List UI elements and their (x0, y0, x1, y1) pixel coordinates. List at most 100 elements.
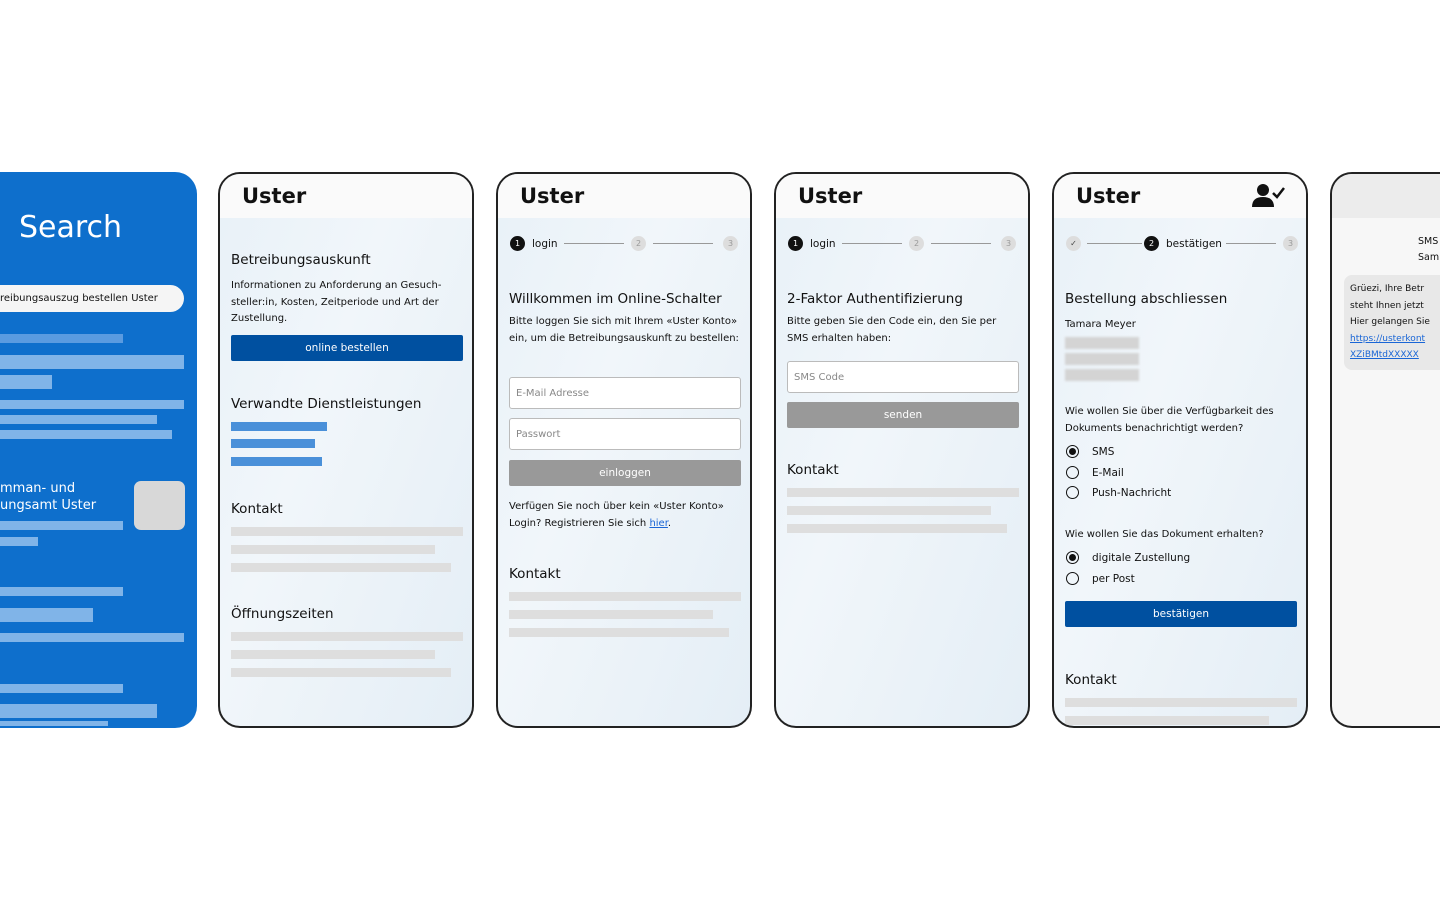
sender-line: Sam (1418, 252, 1440, 263)
placeholder-bar (231, 668, 451, 677)
brand-logo: Uster (520, 184, 585, 208)
confirm-screen: Uster ✓ 2 bestätigen 3 Bestellung abschli… (1052, 172, 1308, 728)
result-title[interactable]: mman- und ungsamt Uster (0, 480, 96, 514)
step-1-done: ✓ (1066, 236, 1081, 251)
section-heading: Kontakt (787, 462, 839, 478)
result-bar (0, 684, 123, 693)
step-3: 3 (1283, 236, 1298, 251)
result-thumbnail (134, 481, 185, 530)
result-bar (0, 633, 184, 642)
step-connector (564, 243, 624, 244)
header: Uster (498, 174, 750, 218)
info-screen: Uster Betreibungsauskunft Informationen … (218, 172, 474, 728)
redacted-birthdate (1065, 369, 1139, 381)
placeholder-bar (1065, 698, 1297, 707)
step-3: 3 (1001, 236, 1016, 251)
header: Uster (220, 174, 472, 218)
message-line: steht Ihnen jetzt (1350, 300, 1424, 311)
radio-push[interactable]: Push-Nachricht (1066, 486, 1171, 499)
customer-name: Tamara Meyer (1065, 319, 1136, 330)
placeholder-bar (509, 610, 713, 619)
check-icon: ✓ (1066, 236, 1081, 251)
step-number: 3 (1283, 236, 1298, 251)
section-heading: Betreibungsauskunft (231, 252, 371, 268)
register-text: Verfügen Sie noch über kein «Uster Konto… (509, 499, 741, 532)
placeholder-bar (787, 506, 991, 515)
email-input[interactable]: E-Mail Adresse (509, 377, 741, 409)
radio-sms[interactable]: SMS (1066, 445, 1114, 458)
placeholder-bar (1065, 716, 1269, 725)
sms-message: Grüezi, Ihre Betr steht Ihnen jetzt Hier… (1344, 275, 1440, 370)
section-heading: 2-Faktor Authentifizierung (787, 291, 963, 307)
step-1: 1 login (510, 236, 558, 251)
step-label: login (532, 237, 558, 250)
result-bar (0, 521, 123, 530)
description: Bitte geben Sie den Code ein, den Sie pe… (787, 316, 997, 344)
search-screen: Search reibungsauszug bestellen Uster mm… (0, 172, 197, 728)
brand-logo: Uster (242, 184, 307, 208)
result-bar (0, 355, 184, 369)
sms-screen: SMS Sam Grüezi, Ihre Betr steht Ihnen jet… (1330, 172, 1440, 728)
register-prompt: Verfügen Sie noch über kein «Uster Konto… (509, 501, 724, 529)
section-heading: Bestellung abschliessen (1065, 291, 1228, 307)
sms-code-input[interactable]: SMS Code (787, 361, 1019, 393)
related-link[interactable] (231, 457, 322, 466)
login-button[interactable]: einloggen (509, 460, 741, 486)
radio-button[interactable] (1066, 466, 1079, 479)
sms-link[interactable]: XZiBMtdXXXXX (1350, 347, 1437, 364)
confirm-button[interactable]: bestätigen (1065, 601, 1297, 627)
description: Informationen zu Anforderung an Gesuch-s… (231, 280, 442, 324)
step-1: 1 login (788, 236, 836, 251)
radio-post[interactable]: per Post (1066, 572, 1135, 585)
step-number: 2 (1144, 236, 1159, 251)
step-connector (653, 243, 713, 244)
order-online-button[interactable]: online bestellen (231, 335, 463, 361)
sender-line: SMS (1418, 236, 1439, 247)
step-connector (842, 243, 902, 244)
radio-label: SMS (1092, 445, 1115, 458)
step-connector (1087, 243, 1142, 244)
radio-label: per Post (1092, 572, 1135, 585)
radio-button[interactable] (1066, 572, 1079, 585)
related-link[interactable] (231, 422, 327, 431)
register-link[interactable]: hier (649, 518, 667, 529)
step-number: 3 (723, 236, 738, 251)
placeholder-bar (231, 632, 463, 641)
step-2: 2 (631, 236, 646, 251)
section-heading: Öffnungszeiten (231, 606, 334, 622)
sms-sender: SMS Sam (1418, 234, 1439, 266)
section-heading: Willkommen im Online-Schalter (509, 291, 722, 307)
send-button[interactable]: senden (787, 402, 1019, 428)
header: Uster (1054, 174, 1306, 218)
delivery-question: Wie wollen Sie das Dokument erhalten? (1065, 529, 1264, 540)
result-bar (0, 375, 52, 389)
step-2: 2 (909, 236, 924, 251)
placeholder-bar (231, 545, 435, 554)
placeholder-bar (231, 650, 435, 659)
step-label: login (810, 237, 836, 250)
user-check-icon[interactable] (1252, 183, 1286, 209)
header: Uster (776, 174, 1028, 218)
result-bar (0, 721, 108, 726)
placeholder-bar (231, 563, 451, 572)
radio-button[interactable] (1066, 445, 1079, 458)
radio-digital[interactable]: digitale Zustellung (1066, 551, 1190, 564)
radio-button[interactable] (1066, 551, 1079, 564)
radio-button[interactable] (1066, 486, 1079, 499)
radio-email[interactable]: E-Mail (1066, 466, 1124, 479)
description: Bitte loggen Sie sich mit Ihrem «Uster K… (509, 316, 739, 344)
placeholder-bar (787, 524, 1007, 533)
step-3: 3 (723, 236, 738, 251)
header (1332, 174, 1440, 218)
password-input[interactable]: Passwort (509, 418, 741, 450)
sms-link[interactable]: https://usterkont (1350, 331, 1437, 348)
related-link[interactable] (231, 439, 315, 448)
step-label: bestätigen (1166, 237, 1222, 250)
result-title-line: ungsamt Uster (0, 498, 97, 513)
search-input[interactable]: reibungsauszug bestellen Uster (0, 285, 184, 312)
notification-question: Wie wollen Sie über die Verfügbarkeit de… (1065, 406, 1274, 434)
result-title-line: mman- und (0, 481, 76, 496)
result-bar (0, 400, 184, 409)
redacted-address (1065, 337, 1139, 349)
brand-logo: Uster (1076, 184, 1141, 208)
